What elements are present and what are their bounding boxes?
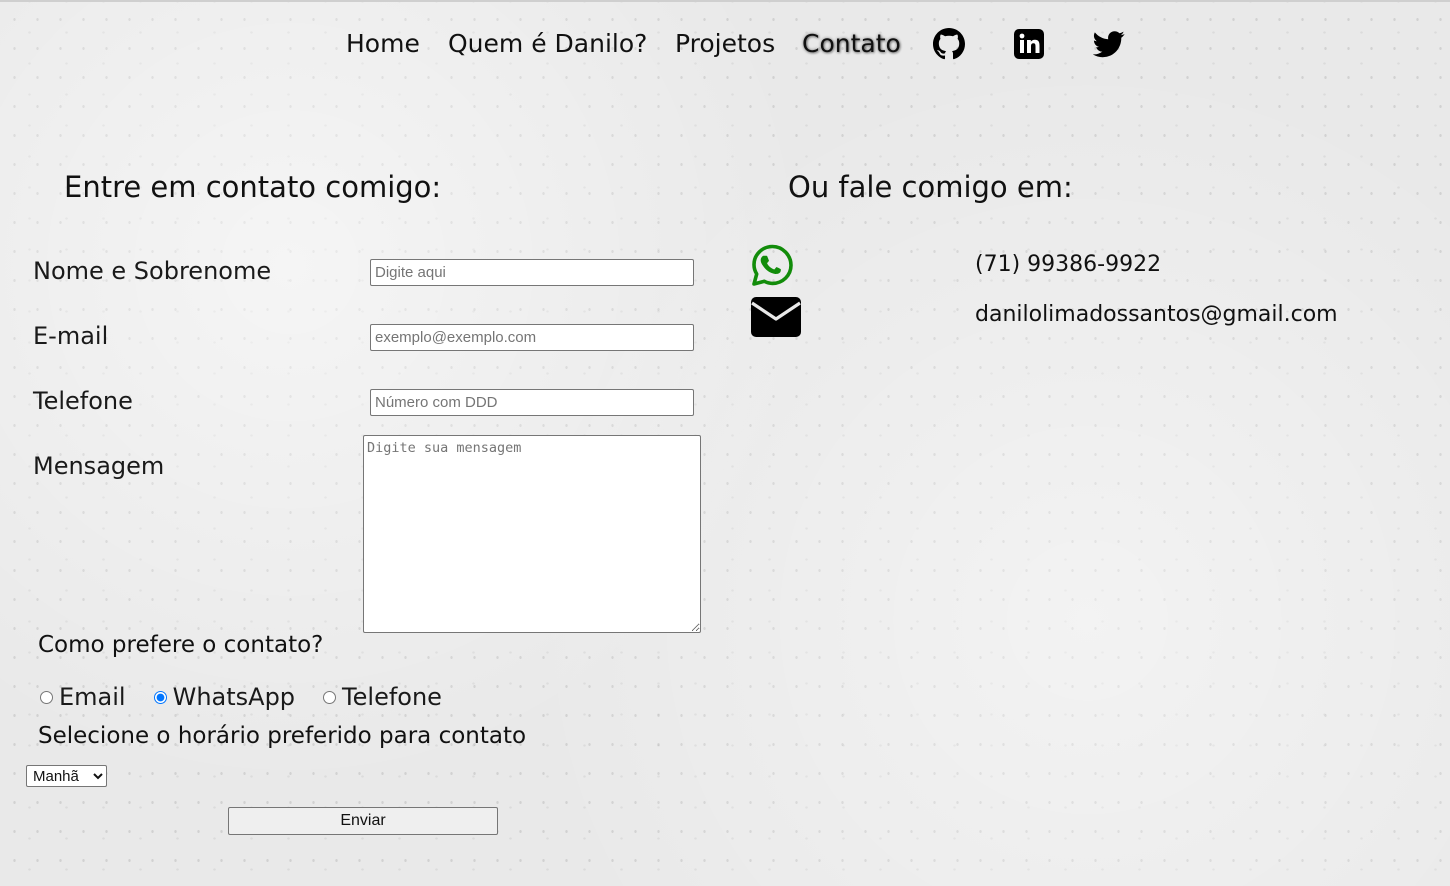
phone-input[interactable] [370, 389, 694, 416]
nav-contact-link[interactable]: Contato [802, 28, 901, 60]
email-label: E-mail [33, 322, 109, 350]
radio-telefone-label: Telefone [342, 683, 442, 711]
contact-heading: Ou fale comigo em: [788, 170, 1073, 204]
preference-heading: Como prefere o contato? [38, 632, 324, 658]
message-label: Mensagem [33, 452, 165, 480]
time-heading: Selecione o horário preferido para conta… [38, 723, 527, 749]
nav-home-link[interactable]: Home [346, 28, 420, 60]
twitter-icon[interactable] [1093, 28, 1125, 60]
envelope-icon[interactable] [750, 296, 802, 342]
radio-email-label: Email [59, 683, 126, 711]
linkedin-icon[interactable] [1013, 28, 1045, 60]
whatsapp-icon[interactable] [750, 243, 795, 292]
phone-number-text: (71) 99386-9922 [975, 252, 1162, 277]
preference-radio-group: Email WhatsApp Telefone [38, 680, 442, 714]
radio-telefone[interactable] [323, 690, 337, 704]
phone-label: Telefone [33, 387, 133, 415]
email-address-text: danilolimadossantos@gmail.com [975, 302, 1338, 327]
github-icon[interactable] [933, 28, 965, 60]
name-input[interactable] [370, 259, 694, 286]
radio-option-telefone[interactable]: Telefone [321, 683, 442, 711]
name-label: Nome e Sobrenome [33, 257, 272, 285]
message-textarea[interactable] [363, 435, 701, 633]
nav-projects-link[interactable]: Projetos [675, 28, 775, 60]
time-select[interactable]: Manhã [26, 765, 107, 787]
nav-about-link[interactable]: Quem é Danilo? [448, 28, 647, 60]
radio-option-email[interactable]: Email [38, 683, 126, 711]
radio-option-whatsapp[interactable]: WhatsApp [152, 683, 295, 711]
radio-email[interactable] [40, 690, 53, 704]
email-input[interactable] [370, 324, 694, 351]
submit-button[interactable]: Enviar [228, 807, 498, 835]
radio-whatsapp-label: WhatsApp [172, 683, 296, 711]
radio-whatsapp[interactable] [153, 690, 167, 704]
form-heading: Entre em contato comigo: [64, 170, 442, 204]
